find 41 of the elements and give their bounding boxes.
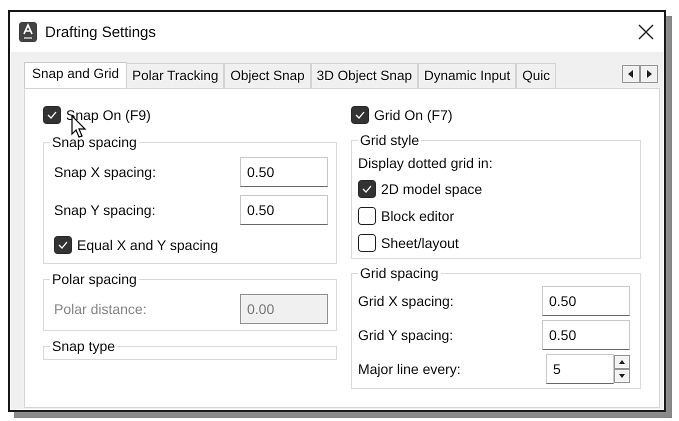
tab[interactable]: Polar Tracking bbox=[126, 63, 224, 88]
field-label: Grid Y spacing: bbox=[358, 327, 454, 343]
checkbox-label: Equal X and Y spacing bbox=[77, 237, 218, 253]
tab[interactable]: Snap and Grid bbox=[24, 62, 128, 88]
field-label: Snap Y spacing: bbox=[54, 202, 156, 218]
close-icon[interactable] bbox=[638, 24, 654, 40]
checkbox-label: Snap On (F9) bbox=[66, 107, 151, 123]
group-title: Snap type bbox=[50, 338, 118, 354]
spinner-arrows-icon[interactable] bbox=[614, 355, 630, 383]
tab[interactable]: Dynamic Input bbox=[418, 63, 516, 88]
app-icon bbox=[19, 22, 37, 42]
group-title: Grid style bbox=[358, 132, 422, 148]
group-title: Polar spacing bbox=[50, 271, 139, 287]
scroll-left-icon[interactable] bbox=[622, 65, 640, 83]
group-title: Snap spacing bbox=[50, 134, 139, 150]
field-label: Snap X spacing: bbox=[54, 164, 156, 180]
checkbox-label: Grid On (F7) bbox=[374, 106, 453, 122]
input-field[interactable]: 0.50 bbox=[240, 195, 328, 225]
input-field[interactable]: 0.50 bbox=[542, 286, 630, 316]
checkbox-label: Sheet/layout bbox=[380, 234, 459, 250]
checkbox-label: 2D model space bbox=[380, 180, 482, 196]
field-label: Grid X spacing: bbox=[358, 293, 454, 309]
group-caption: Display dotted grid in: bbox=[358, 154, 494, 173]
input-field[interactable]: 0.50 bbox=[240, 157, 328, 187]
spinner-field[interactable]: 5 bbox=[546, 354, 614, 384]
input-field[interactable]: 0.50 bbox=[542, 320, 630, 350]
checkbox[interactable] bbox=[358, 180, 376, 198]
tab[interactable]: 3D Object Snap bbox=[310, 63, 418, 88]
checkbox[interactable] bbox=[358, 206, 376, 224]
tab[interactable]: Quic bbox=[516, 63, 556, 88]
tab[interactable]: Object Snap bbox=[224, 63, 311, 88]
checkbox-label: Block editor bbox=[380, 208, 454, 224]
checkbox[interactable] bbox=[350, 106, 369, 124]
checkbox[interactable] bbox=[43, 106, 61, 124]
field-label: Polar distance: bbox=[54, 301, 147, 317]
scroll-right-icon[interactable] bbox=[640, 65, 658, 83]
checkbox[interactable] bbox=[54, 236, 72, 254]
checkbox[interactable] bbox=[358, 234, 376, 252]
field-label: Major line every: bbox=[358, 361, 461, 377]
group-title: Grid spacing bbox=[358, 265, 441, 281]
window-title: Drafting Settings bbox=[45, 24, 157, 40]
